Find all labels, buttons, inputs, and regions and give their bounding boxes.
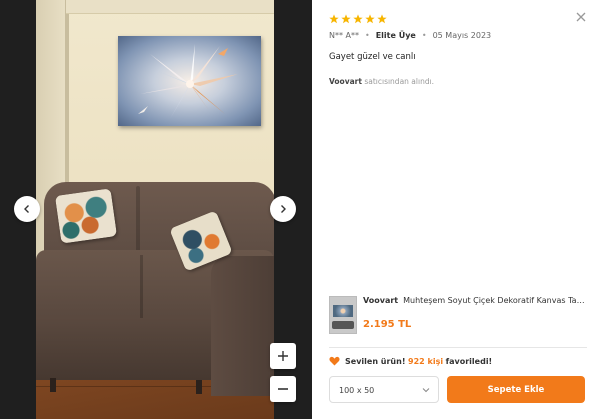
size-select[interactable]: 100 x 50 <box>329 376 439 403</box>
seller-suffix: satıcısından alındı. <box>364 77 435 86</box>
review-meta: N** A** • Elite Üye • 05 Mayıs 2023 <box>329 31 584 40</box>
chevron-down-icon <box>422 388 430 393</box>
star-icon <box>377 14 387 24</box>
product-title[interactable]: Voovart Muhteşem Soyut Çiçek Dekoratif Ka… <box>363 296 587 305</box>
cushion <box>54 188 118 244</box>
add-to-cart-button[interactable]: Sepete Ekle <box>447 376 585 403</box>
review-image-modal: N** A** • Elite Üye • 05 Mayıs 2023 Gaye… <box>0 0 600 419</box>
review-details-panel: N** A** • Elite Üye • 05 Mayıs 2023 Gaye… <box>312 0 600 419</box>
next-image-button[interactable] <box>270 196 296 222</box>
canvas-painting <box>118 36 261 126</box>
zoom-in-button[interactable] <box>270 343 296 369</box>
zoom-out-button[interactable] <box>270 376 296 402</box>
review-author: N** A** <box>329 31 359 40</box>
minus-icon <box>278 388 288 390</box>
product-price: 2.195 TL <box>363 319 412 330</box>
close-icon[interactable] <box>574 10 588 24</box>
chevron-left-icon <box>24 205 29 213</box>
elite-member-badge: Elite Üye <box>375 31 416 40</box>
rating-stars <box>329 14 584 26</box>
seller-note: Voovart satıcısından alındı. <box>329 77 584 86</box>
favorite-suffix: favoriledi! <box>445 356 493 366</box>
review-date: 05 Mayıs 2023 <box>432 31 492 40</box>
chevron-right-icon <box>281 205 286 213</box>
divider <box>329 347 587 348</box>
plus-icon <box>278 351 288 361</box>
favorite-prefix: Sevilen ürün! <box>345 356 406 366</box>
favorite-info: Sevilen ürün! 922 kişi favoriledi! <box>329 356 492 366</box>
product-thumbnail[interactable] <box>329 296 357 334</box>
previous-image-button[interactable] <box>14 196 40 222</box>
star-icon <box>341 14 351 24</box>
size-select-value: 100 x 50 <box>339 386 375 395</box>
product-name[interactable]: Muhteşem Soyut Çiçek Dekoratif Kanvas Ta… <box>403 296 587 305</box>
seller-name[interactable]: Voovart <box>329 77 362 86</box>
review-photo <box>36 0 274 419</box>
review-photo-viewer <box>0 0 312 419</box>
separator-dot: • <box>365 31 370 40</box>
product-summary[interactable]: Voovart Muhteşem Soyut Çiçek Dekoratif Ka… <box>329 296 587 336</box>
star-icon <box>329 14 339 24</box>
favorite-count: 922 kişi <box>408 356 444 366</box>
separator-dot: • <box>421 31 427 40</box>
star-icon <box>353 14 363 24</box>
review-comment: Gayet güzel ve canlı <box>329 52 416 62</box>
product-brand[interactable]: Voovart <box>363 296 398 305</box>
star-icon <box>365 14 375 24</box>
heart-icon <box>329 356 340 366</box>
